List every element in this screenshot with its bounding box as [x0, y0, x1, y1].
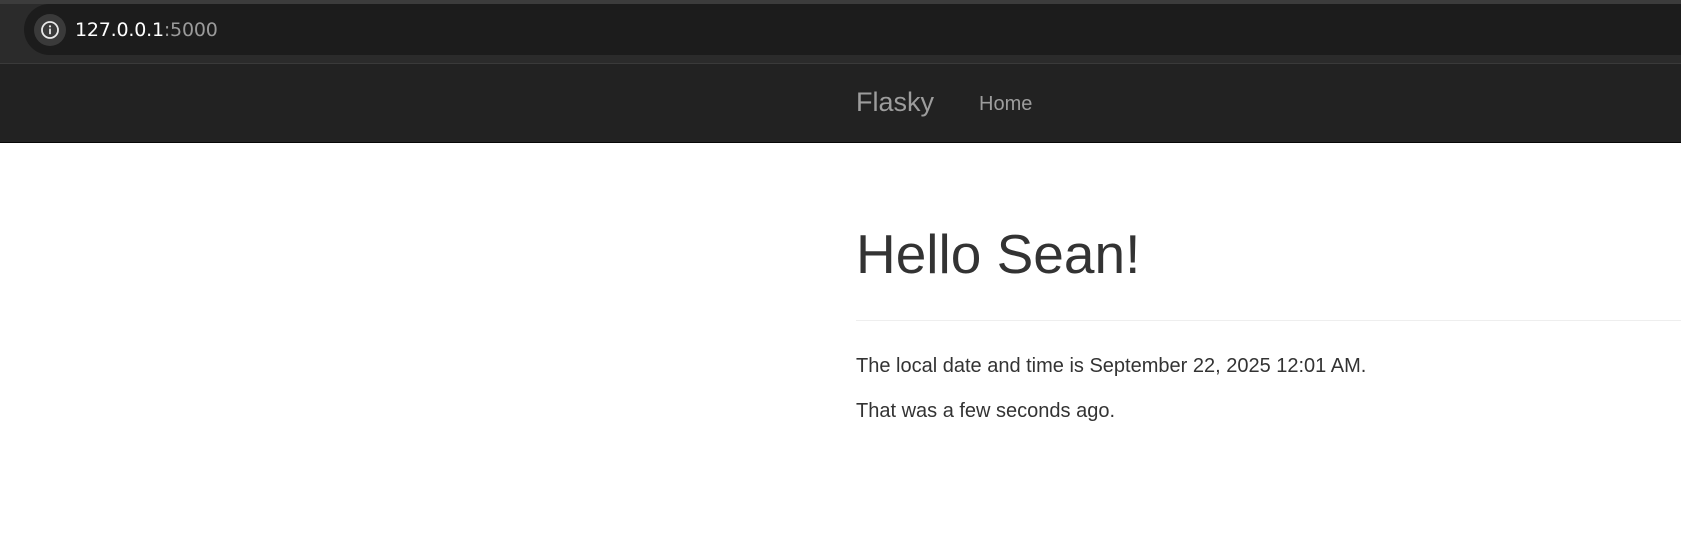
url-host: 127.0.0.1	[75, 18, 164, 41]
site-info-button[interactable]	[34, 13, 66, 46]
relative-time-text: That was a few seconds ago.	[856, 400, 1116, 422]
page-title: Hello Sean!	[856, 223, 1141, 285]
datetime-text: The local date and time is September 22,…	[856, 355, 1367, 377]
address-bar[interactable]: 127.0.0.1:5000	[24, 4, 1681, 55]
url-text[interactable]: 127.0.0.1:5000	[75, 19, 218, 41]
browser-toolbar: 127.0.0.1:5000	[0, 0, 1681, 64]
nav-item-home[interactable]: Home	[979, 93, 1032, 116]
url-port: :5000	[163, 18, 218, 41]
navbar: Flasky Home	[0, 64, 1681, 143]
info-icon	[41, 20, 59, 39]
header-divider	[856, 320, 1681, 321]
navbar-brand-link[interactable]: Flasky	[856, 87, 934, 118]
